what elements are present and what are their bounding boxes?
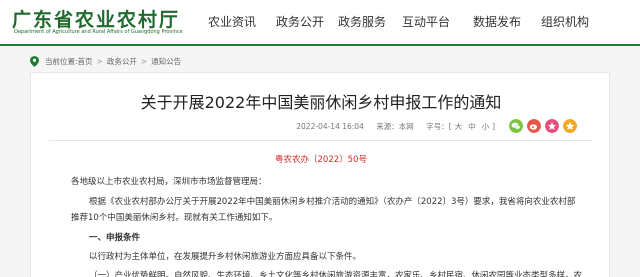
article-meta: 2022-04-14 16:04 来源：本网 字号：[大中小] bbox=[31, 121, 495, 132]
section-paragraph: 以行政村为主体单位，在发展提升乡村休闲旅游业方面应具备以下条件。 bbox=[89, 252, 362, 262]
intro-paragraph-line-2: 推荐10个中国美丽休闲乡村。现就有关工作通知如下。 bbox=[71, 213, 278, 223]
breadcrumb: 当前位置: 首页 > 政务公开 > 通知公告 bbox=[30, 54, 181, 68]
nav-item-gov-services[interactable]: 政务服务 bbox=[338, 0, 386, 44]
header-divider bbox=[0, 44, 640, 46]
font-size-large[interactable]: 大 bbox=[455, 122, 463, 131]
weibo-share-icon[interactable] bbox=[527, 119, 541, 133]
qzone-share-icon[interactable] bbox=[545, 119, 559, 133]
condition-item-1: （一）产业优势鲜明。自然风貌、生态环境、乡土文化等乡村休闲旅游资源丰富，农家乐、… bbox=[89, 271, 583, 277]
location-pin-icon bbox=[30, 55, 39, 67]
wechat-share-icon[interactable] bbox=[509, 119, 523, 133]
font-size-small[interactable]: 小 bbox=[482, 122, 490, 131]
breadcrumb-separator: > bbox=[96, 56, 103, 66]
font-size-bracket: ] bbox=[492, 122, 495, 131]
font-size-medium[interactable]: 中 bbox=[468, 122, 476, 131]
main-nav: 农业资讯 政务公开 政务服务 互动平台 数据发布 组织机构 bbox=[196, 0, 640, 44]
site-logo[interactable]: 广东省农业农村厅 Department of Agriculture and R… bbox=[12, 5, 188, 39]
breadcrumb-gov-affairs[interactable]: 政务公开 bbox=[107, 56, 137, 67]
nav-item-gov-affairs[interactable]: 政务公开 bbox=[276, 0, 324, 44]
meta-divider bbox=[49, 140, 593, 141]
site-header: 广东省农业农村厅 Department of Agriculture and R… bbox=[0, 0, 640, 44]
article-title: 关于开展2022年中国美丽休闲乡村申报工作的通知 bbox=[140, 93, 502, 112]
article-source: 来源：本网 bbox=[376, 122, 414, 131]
salutation: 各地级以上市农业农村局，深圳市市场监督管理局： bbox=[71, 177, 267, 187]
breadcrumb-home[interactable]: 首页 bbox=[78, 56, 93, 67]
logo-chinese-name: 广东省农业农村厅 bbox=[12, 9, 181, 31]
font-size-label: 字号：[ bbox=[426, 122, 452, 131]
nav-item-interaction[interactable]: 互动平台 bbox=[402, 0, 450, 44]
breadcrumb-notices[interactable]: 通知公告 bbox=[151, 56, 181, 67]
breadcrumb-separator: > bbox=[140, 56, 148, 66]
favorite-star-icon[interactable] bbox=[563, 119, 577, 133]
nav-item-agri-news[interactable]: 农业资讯 bbox=[208, 0, 256, 44]
logo-english-name: Department of Agriculture and Rural Affa… bbox=[14, 29, 183, 35]
nav-item-organization[interactable]: 组织机构 bbox=[541, 0, 589, 44]
section-heading: 一、申报条件 bbox=[89, 233, 141, 243]
document-number: 粤农农办〔2022〕50号 bbox=[275, 155, 367, 165]
font-size-switcher: 字号：[大中小] bbox=[426, 122, 495, 131]
breadcrumb-prefix: 当前位置: bbox=[45, 56, 78, 66]
intro-paragraph-line-1: 根据《农业农村部办公厅关于开展2022年中国美丽休闲乡村推介活动的通知》（农办产… bbox=[89, 197, 576, 207]
article-card: 关于开展2022年中国美丽休闲乡村申报工作的通知 2022-04-14 16:0… bbox=[30, 72, 610, 277]
nav-item-data-release[interactable]: 数据发布 bbox=[473, 0, 521, 44]
article-date: 2022-04-14 16:04 bbox=[296, 122, 364, 131]
